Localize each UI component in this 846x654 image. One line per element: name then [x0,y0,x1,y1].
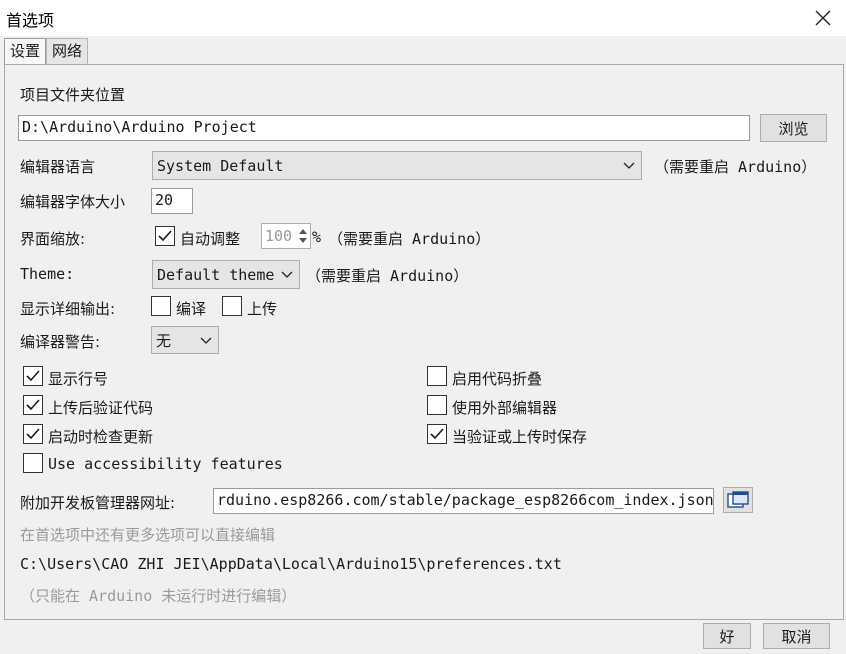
sketchbook-label: 项目文件夹位置 [20,86,126,104]
more-prefs-hint: 在首选项中还有更多选项可以直接编辑 [20,526,276,544]
verify-after-upload-label: 上传后验证代码 [48,399,154,417]
window-title: 首选项 [6,11,55,30]
check-updates-checkbox[interactable] [23,424,43,444]
scale-value: 100 [265,227,293,245]
checkmark-icon [26,399,40,411]
browse-button[interactable]: 浏览 [760,114,827,142]
editor-language-value: System Default [157,157,284,175]
tab-network[interactable]: 网络 [46,38,89,65]
font-size-input[interactable]: 20 [151,188,193,214]
theme-value: Default theme [157,266,275,284]
auto-scale-checkbox[interactable] [155,226,175,246]
scale-label: 界面缩放: [20,230,86,248]
verbose-upload-label: 上传 [247,300,278,318]
board-urls-label: 附加开发板管理器网址: [20,494,176,512]
warnings-value: 无 [156,332,172,350]
check-updates-label: 启动时检查更新 [48,428,154,446]
editor-language-select[interactable]: System Default [152,151,642,180]
verbose-upload-checkbox[interactable] [222,296,242,316]
window-list-icon [727,491,749,508]
warnings-label: 编译器警告: [20,333,101,351]
verbose-compile-label: 编译 [176,300,207,318]
theme-note: （需要重启 Arduino） [306,267,469,285]
show-line-numbers-label: 显示行号 [48,370,109,388]
title-bar: 首选项 [0,0,846,36]
scale-note: （需要重启 Arduino） [328,230,491,248]
tab-bar: 设置 网络 [4,38,89,66]
save-on-verify-label: 当验证或上传时保存 [452,428,588,446]
edit-hint: （只能在 Arduino 未运行时进行编辑） [20,587,297,605]
verify-after-upload-checkbox[interactable] [23,395,43,415]
ok-button[interactable]: 好 [703,623,751,649]
editor-language-label: 编辑器语言 [20,158,96,176]
tab-settings[interactable]: 设置 [4,38,47,66]
verbose-compile-checkbox[interactable] [151,296,171,316]
theme-select[interactable]: Default theme [152,260,300,289]
checkmark-icon [158,230,172,242]
font-size-label: 编辑器字体大小 [20,193,126,211]
verbose-label: 显示详细输出: [20,300,116,318]
save-on-verify-checkbox[interactable] [427,424,447,444]
board-urls-edit-button[interactable] [723,487,753,513]
sketchbook-location-input[interactable]: D:\Arduino\Arduino Project [18,115,750,141]
external-editor-label: 使用外部编辑器 [452,399,558,417]
spinner-arrows-icon [299,229,307,243]
code-folding-checkbox[interactable] [427,366,447,386]
chevron-down-icon [200,327,212,364]
scale-spinner[interactable]: 100 [261,223,311,249]
chevron-down-icon [281,261,293,298]
theme-label: Theme: [20,265,75,283]
checkmark-icon [26,428,40,440]
warnings-select[interactable]: 无 [151,326,219,354]
board-urls-input[interactable]: rduino.esp8266.com/stable/package_esp826… [213,488,714,514]
show-line-numbers-checkbox[interactable] [23,366,43,386]
prefs-path: C:\Users\CAO ZHI JEI\AppData\Local\Ardui… [20,555,562,573]
spinner-arrows[interactable] [296,224,310,248]
cancel-button[interactable]: 取消 [763,623,830,649]
accessibility-checkbox[interactable] [23,453,43,473]
editor-language-note: （需要重启 Arduino） [654,158,817,176]
close-icon [815,10,831,26]
accessibility-label: Use accessibility features [48,455,283,473]
chevron-down-icon [623,152,635,189]
code-folding-label: 启用代码折叠 [452,370,543,388]
auto-scale-label: 自动调整 [180,230,241,248]
external-editor-checkbox[interactable] [427,395,447,415]
checkmark-icon [430,428,444,440]
checkmark-icon [26,370,40,382]
scale-unit: % [312,228,322,246]
close-button[interactable] [800,0,846,36]
